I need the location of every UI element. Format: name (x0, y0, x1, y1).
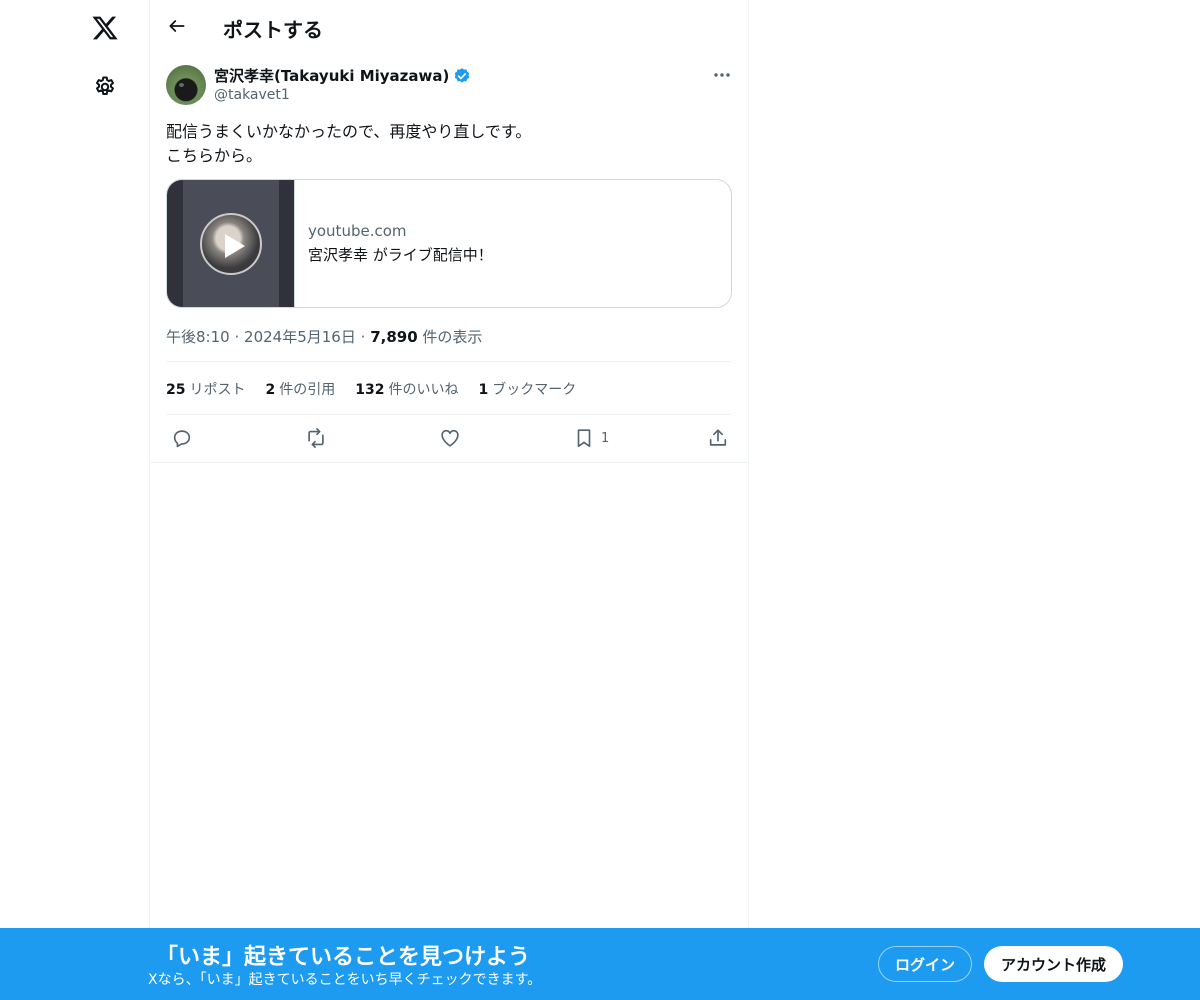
main-column: ポストする 宮沢孝幸(Takayuki Miyazawa) @takavet1 … (149, 0, 749, 1000)
like-button[interactable] (439, 427, 461, 449)
card-title: 宮沢孝幸 がライブ配信中！ (308, 246, 493, 264)
tweet-time[interactable]: 午後8:10 (166, 328, 230, 346)
repost-icon (308, 428, 324, 448)
stat-reposts[interactable]: 25 リポスト (166, 379, 245, 399)
page-title: ポストする (223, 18, 323, 42)
stat-count: 132 (355, 382, 385, 398)
share-icon (709, 429, 727, 446)
bookmark-count: 1 (601, 430, 610, 446)
stat-quotes[interactable]: 2 件の引用 (265, 379, 335, 399)
create-account-button[interactable]: アカウント作成 (984, 946, 1123, 982)
bookmark-button[interactable]: 1 (573, 427, 609, 449)
meta-separator: · (360, 328, 366, 346)
share-button[interactable] (707, 427, 729, 449)
login-button[interactable]: ログイン (878, 946, 972, 982)
tweet-meta: 午後8:10 · 2024年5月16日 · 7,890 件の表示 (166, 326, 482, 347)
card-thumbnail (167, 180, 295, 307)
meta-separator: · (234, 328, 240, 346)
divider (150, 462, 748, 463)
header-bar: ポストする (150, 0, 748, 53)
tweet-stats: 25 リポスト 2 件の引用 132 件のいいね 1 ブックマーク (166, 379, 576, 399)
avatar[interactable] (166, 65, 206, 105)
stat-count: 2 (265, 382, 276, 398)
signup-banner: 「いま」起きていることを見つけよう Xなら、「いま」起きていることをいち早くチェ… (0, 928, 1200, 1000)
author-name[interactable]: 宮沢孝幸(Takayuki Miyazawa) (214, 65, 471, 86)
stat-likes[interactable]: 132 件のいいね (355, 379, 458, 399)
stat-label: 件のいいね (388, 382, 459, 398)
tweet-date[interactable]: 2024年5月16日 (244, 328, 356, 346)
link-card[interactable]: youtube.com 宮沢孝幸 がライブ配信中！ (166, 179, 732, 308)
reply-button[interactable] (171, 427, 193, 449)
more-options-button[interactable] (710, 65, 734, 85)
heart-icon (441, 429, 459, 447)
back-arrow-icon (169, 20, 185, 32)
card-info: youtube.com 宮沢孝幸 がライブ配信中！ (295, 180, 493, 307)
tweet-text: 配信うまくいかなかったので、再度やり直しです。 こちらから。 (166, 120, 732, 168)
author-handle[interactable]: @takavet1 (214, 87, 290, 103)
back-button[interactable] (160, 9, 194, 43)
stat-count: 25 (166, 382, 186, 398)
settings-button[interactable] (72, 62, 138, 112)
stat-bookmarks[interactable]: 1 ブックマーク (478, 379, 576, 399)
reply-icon (173, 430, 191, 448)
tweet-actions: 1 (150, 415, 748, 463)
x-logo-link[interactable] (72, 3, 138, 53)
stat-label: 件の引用 (279, 382, 336, 398)
divider (166, 361, 732, 362)
author-name-text: 宮沢孝幸(Takayuki Miyazawa) (214, 67, 450, 85)
x-logo-icon (92, 16, 118, 40)
tweet-text-line: こちらから。 (166, 146, 263, 165)
views-label: 件の表示 (422, 328, 483, 346)
play-icon (200, 213, 266, 279)
left-nav (72, 0, 138, 1000)
card-domain: youtube.com (308, 222, 407, 240)
banner-title: 「いま」起きていることを見つけよう (156, 945, 531, 970)
verified-badge-icon (453, 67, 471, 85)
tweet-text-line: 配信うまくいかなかったので、再度やり直しです。 (166, 122, 532, 141)
bookmark-icon (577, 429, 591, 448)
banner-subtitle: Xなら、「いま」起きていることをいち早くチェックできます。 (148, 972, 542, 988)
more-dots-icon (714, 73, 730, 77)
stat-count: 1 (478, 382, 489, 398)
stat-label: ブックマーク (492, 382, 577, 398)
views-count: 7,890 (370, 328, 418, 346)
stat-label: リポスト (189, 382, 246, 398)
repost-button[interactable] (305, 427, 327, 449)
gear-icon (96, 76, 114, 95)
